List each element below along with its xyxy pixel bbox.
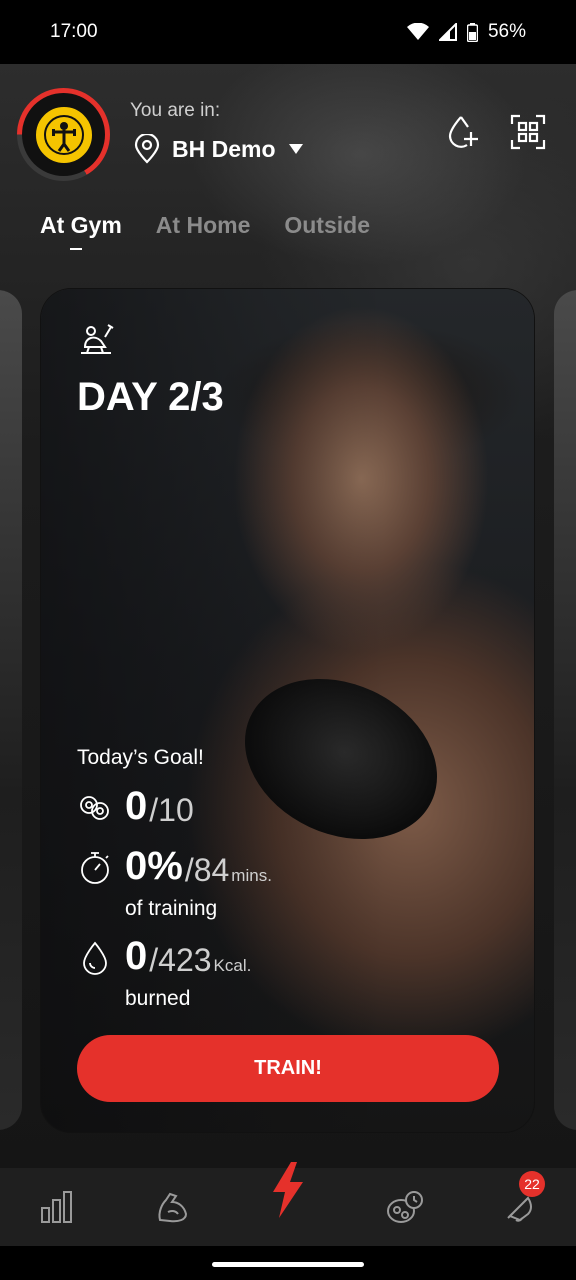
wifi-icon: [406, 23, 429, 40]
training-unit: mins.: [231, 866, 272, 885]
tab-outside[interactable]: Outside: [284, 212, 370, 239]
next-day-card[interactable]: [554, 290, 576, 1130]
exercises-total: /10: [149, 792, 194, 828]
chevron-down-icon: [288, 144, 303, 154]
status-icons: 56%: [406, 21, 526, 43]
location-pin-icon: [134, 134, 160, 164]
goal-title: Today’s Goal!: [77, 746, 204, 769]
calories-unit: Kcal.: [213, 956, 252, 975]
golds-gym-logo-icon: [33, 104, 94, 165]
status-bar: 17:00 56%: [0, 0, 576, 64]
exercise-bike-icon: [81, 324, 114, 354]
nav-workout[interactable]: [148, 1182, 198, 1232]
app-main: You are in: BH Demo At Gym At Home Outsi…: [0, 64, 576, 1168]
weight-plates-icon: [77, 790, 113, 826]
day-progress: DAY 2/3: [77, 375, 224, 419]
training-percent: 0%: [125, 844, 183, 888]
train-button[interactable]: TRAIN!: [77, 1035, 499, 1102]
add-water-button[interactable]: [442, 112, 482, 152]
nav-nutrition[interactable]: [380, 1182, 430, 1232]
bolt-icon: [273, 1162, 303, 1218]
workout-day-card[interactable]: DAY 2/3 Today’s Goal! 0 /10 0% /84 mins.…: [41, 289, 534, 1132]
stopwatch-icon: [77, 850, 113, 886]
notification-badge: 22: [519, 1171, 545, 1197]
battery-icon: [466, 22, 478, 42]
nav-home[interactable]: [262, 1158, 312, 1222]
location-tabs: At Gym At Home Outside: [40, 212, 370, 250]
training-goal: 0% /84 mins.: [77, 846, 272, 886]
calories-total: /423: [149, 942, 212, 978]
location-selector[interactable]: BH Demo: [134, 134, 304, 164]
qr-code-icon: [510, 114, 546, 150]
exercises-goal: 0 /10: [77, 786, 194, 826]
qr-scan-button[interactable]: [508, 112, 548, 152]
location-name: BH Demo: [172, 135, 276, 162]
stats-icon: [41, 1191, 72, 1223]
exercises-done: 0: [125, 784, 148, 828]
status-time: 17:00: [50, 21, 98, 42]
previous-day-card[interactable]: [0, 290, 22, 1130]
calories-burned: 0: [125, 934, 148, 978]
calories-caption: burned: [125, 987, 191, 1010]
tab-at-gym[interactable]: At Gym: [40, 212, 122, 250]
water-drop-plus-icon: [448, 116, 478, 148]
battery-percent: 56%: [487, 21, 526, 42]
meal-clock-icon: [387, 1191, 423, 1223]
calories-goal: 0 /423 Kcal.: [77, 936, 251, 976]
gym-logo: [22, 93, 105, 176]
training-caption: of training: [125, 897, 218, 920]
tab-at-home[interactable]: At Home: [156, 212, 251, 239]
home-indicator[interactable]: [212, 1262, 364, 1267]
calorie-drop-icon: [77, 940, 113, 976]
bottom-nav: [0, 1162, 576, 1246]
gym-logo-progress[interactable]: [17, 88, 110, 181]
nav-stats[interactable]: [32, 1182, 82, 1232]
signal-icon: [438, 23, 457, 41]
training-total: /84: [184, 852, 230, 888]
flexed-arm-icon: [158, 1192, 188, 1223]
location-label: You are in:: [130, 100, 221, 121]
